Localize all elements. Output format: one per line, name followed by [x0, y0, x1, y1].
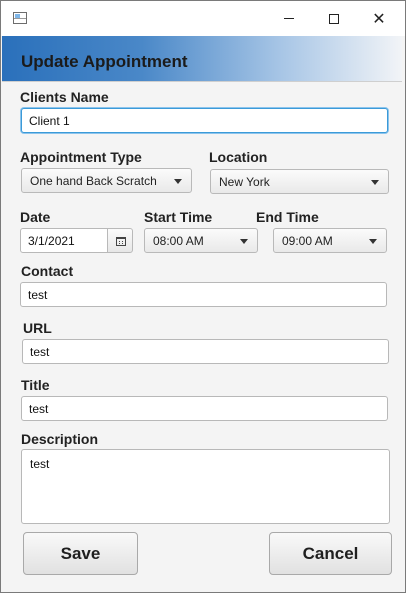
app-icon: [13, 12, 27, 24]
calendar-icon: [116, 237, 126, 246]
date-picker-button[interactable]: [107, 228, 133, 253]
chevron-down-icon: [174, 179, 182, 184]
date-label: Date: [20, 209, 51, 225]
close-icon: ✕: [372, 8, 386, 28]
cancel-button[interactable]: Cancel: [269, 532, 392, 575]
contact-label: Contact: [21, 263, 74, 279]
title-label: Title: [21, 377, 50, 393]
url-input[interactable]: test: [22, 339, 389, 364]
start-time-value: 08:00 AM: [153, 234, 204, 248]
start-time-dropdown[interactable]: 08:00 AM: [144, 228, 258, 253]
end-time-value: 09:00 AM: [282, 234, 333, 248]
end-time-dropdown[interactable]: 09:00 AM: [273, 228, 387, 253]
chevron-down-icon: [369, 239, 377, 244]
description-textarea[interactable]: test: [21, 449, 390, 524]
description-label: Description: [21, 431, 99, 447]
appointment-type-value: One hand Back Scratch: [30, 174, 157, 188]
window-titlebar[interactable]: ✕: [1, 1, 405, 36]
chevron-down-icon: [240, 239, 248, 244]
end-time-label: End Time: [256, 209, 319, 225]
maximize-button[interactable]: [311, 1, 357, 36]
location-value: New York: [219, 175, 270, 189]
minimize-button[interactable]: [266, 1, 312, 36]
close-button[interactable]: ✕: [356, 1, 402, 36]
save-button[interactable]: Save: [23, 532, 138, 575]
client-name-label: Clients Name: [20, 89, 109, 105]
date-input[interactable]: 3/1/2021: [20, 228, 108, 253]
update-appointment-window: ✕ Update Appointment Clients Name Client…: [0, 0, 406, 593]
title-input[interactable]: test: [21, 396, 388, 421]
header-banner: Update Appointment: [2, 36, 402, 82]
url-label: URL: [23, 320, 52, 336]
appointment-type-dropdown[interactable]: One hand Back Scratch: [21, 168, 192, 193]
contact-input[interactable]: test: [20, 282, 387, 307]
start-time-label: Start Time: [144, 209, 213, 225]
client-name-input[interactable]: Client 1: [21, 108, 388, 133]
maximize-icon: [329, 13, 339, 24]
chevron-down-icon: [371, 180, 379, 185]
appointment-type-label: Appointment Type: [20, 149, 142, 165]
page-title: Update Appointment: [21, 52, 188, 71]
location-label: Location: [209, 149, 268, 165]
location-dropdown[interactable]: New York: [210, 169, 389, 194]
minimize-icon: [284, 18, 294, 19]
